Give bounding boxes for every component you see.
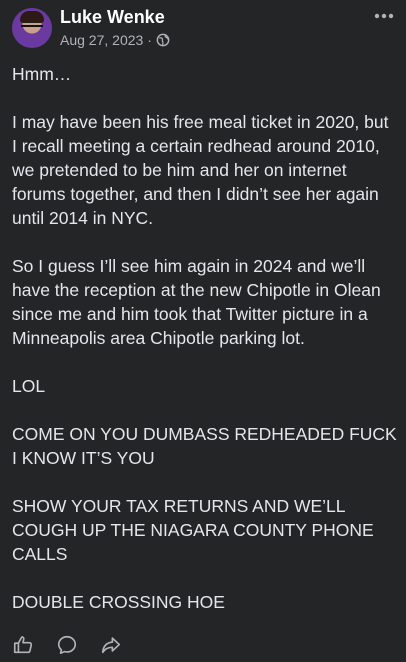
post-paragraph: Hmm… xyxy=(12,64,72,84)
post-actions-bar xyxy=(0,628,406,662)
more-options-icon[interactable] xyxy=(372,6,396,26)
post-body: Hmm… I may have been his free meal ticke… xyxy=(12,62,398,614)
post-paragraph: COME ON YOU DUMBASS REDHEADED FUCK I KNO… xyxy=(12,424,397,468)
post-paragraph: LOL xyxy=(12,376,46,396)
author-avatar[interactable] xyxy=(12,8,52,48)
share-icon[interactable] xyxy=(98,632,124,658)
avatar-glasses xyxy=(21,25,43,33)
post-date[interactable]: Aug 27, 2023 xyxy=(60,32,143,48)
meta-separator: · xyxy=(147,32,152,48)
author-name[interactable]: Luke Wenke xyxy=(60,6,165,28)
comment-icon[interactable] xyxy=(54,632,80,658)
avatar-hair xyxy=(20,11,44,23)
post-meta: Aug 27, 2023 · xyxy=(60,31,170,49)
post-paragraph: SHOW YOUR TAX RETURNS AND WE’LL COUGH UP… xyxy=(12,496,374,564)
post-paragraph: I may have been his free meal ticket in … xyxy=(12,112,389,228)
post-paragraph: So I guess I’ll see him again in 2024 an… xyxy=(12,256,381,348)
thumbs-up-icon[interactable] xyxy=(10,632,36,658)
post-header: Luke Wenke Aug 27, 2023 · xyxy=(0,0,406,56)
globe-icon xyxy=(156,33,170,47)
post-paragraph: DOUBLE CROSSING HOE xyxy=(12,592,225,612)
